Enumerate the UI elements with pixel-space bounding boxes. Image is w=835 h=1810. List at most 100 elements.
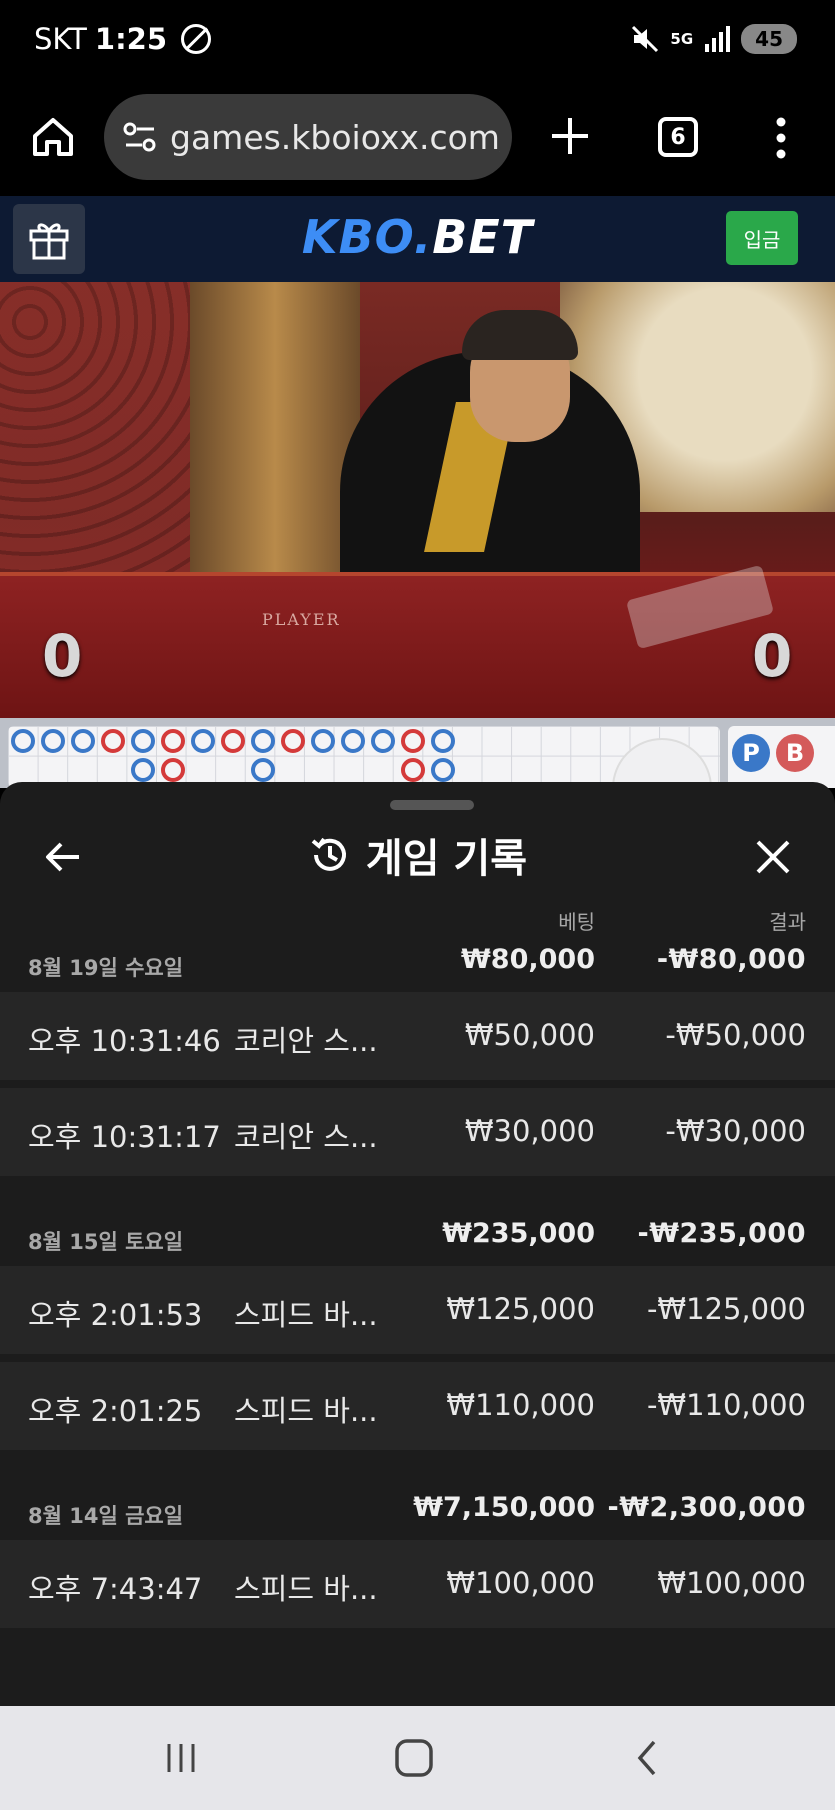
close-button[interactable] bbox=[748, 832, 798, 882]
row-bet: ₩30,000 bbox=[464, 1114, 595, 1148]
system-nav-bar bbox=[0, 1706, 835, 1810]
road-bead bbox=[401, 729, 425, 753]
group-total-bet: ₩7,150,000 bbox=[413, 1492, 595, 1523]
url-text: games.kboioxx.com/ bbox=[170, 117, 500, 157]
live-dealer-video: PLAYER 0 0 bbox=[0, 282, 835, 718]
date-group-header: 8월 19일 수요일 ₩80,000 -₩80,000 bbox=[0, 936, 835, 992]
road-bead bbox=[161, 729, 185, 753]
road-bead bbox=[101, 729, 125, 753]
home-nav-icon bbox=[395, 1739, 433, 1777]
history-row[interactable]: 오후 10:31:46 코리안 스... ₩50,000 -₩50,000 bbox=[0, 992, 835, 1080]
group-total-result: -₩235,000 bbox=[637, 1218, 806, 1249]
back-nav-icon bbox=[637, 1740, 656, 1776]
row-result: -₩110,000 bbox=[646, 1388, 806, 1422]
road-bead bbox=[311, 729, 335, 753]
back-nav-button[interactable] bbox=[608, 1728, 688, 1788]
road-bead bbox=[431, 758, 455, 782]
road-bead bbox=[221, 729, 245, 753]
player-predict-button[interactable]: P bbox=[732, 734, 770, 772]
home-nav-button[interactable] bbox=[374, 1728, 454, 1788]
group-date: 8월 14일 금요일 bbox=[28, 1504, 184, 1528]
banker-predict-button[interactable]: B bbox=[776, 734, 814, 772]
dealer-hair bbox=[462, 310, 578, 360]
address-bar[interactable]: games.kboioxx.com/ bbox=[104, 94, 512, 180]
road-bead bbox=[161, 758, 185, 782]
close-icon bbox=[756, 840, 790, 874]
video-door bbox=[190, 282, 360, 582]
deposit-button[interactable]: 입금 bbox=[726, 211, 798, 265]
menu-button[interactable] bbox=[766, 114, 796, 162]
result-column-header: 결과 bbox=[769, 910, 806, 934]
status-right: 5G 45 bbox=[630, 24, 797, 54]
browser-toolbar: games.kboioxx.com/ 6 bbox=[0, 84, 835, 196]
row-bet: ₩100,000 bbox=[446, 1566, 595, 1600]
signal-icon bbox=[705, 26, 731, 52]
history-row[interactable]: 오후 10:31:17 코리안 스... ₩30,000 -₩30,000 bbox=[0, 1088, 835, 1176]
title-wrap: 게임 기록 bbox=[0, 826, 835, 884]
row-bet: ₩125,000 bbox=[446, 1292, 595, 1326]
row-time: 오후 10:31:46 bbox=[28, 1024, 221, 1058]
new-tab-button[interactable] bbox=[548, 114, 592, 158]
more-icon bbox=[776, 117, 786, 159]
row-result: -₩30,000 bbox=[665, 1114, 806, 1148]
road-bead bbox=[431, 729, 455, 753]
drag-handle[interactable] bbox=[390, 800, 474, 810]
road-bead bbox=[251, 729, 275, 753]
history-row[interactable]: 오후 2:01:53 스피드 바... ₩125,000 -₩125,000 bbox=[0, 1266, 835, 1354]
history-row[interactable]: 오후 7:43:47 스피드 바... ₩100,000 ₩100,000 bbox=[0, 1540, 835, 1628]
home-button[interactable] bbox=[30, 114, 76, 160]
group-total-bet: ₩80,000 bbox=[461, 944, 595, 975]
group-total-bet: ₩235,000 bbox=[442, 1218, 595, 1249]
row-time: 오후 2:01:53 bbox=[28, 1298, 203, 1332]
date-group-header: 8월 15일 토요일 ₩235,000 -₩235,000 bbox=[0, 1210, 835, 1266]
table-player-label: PLAYER bbox=[262, 610, 341, 629]
group-total-result: -₩2,300,000 bbox=[607, 1492, 806, 1523]
site-settings-icon[interactable] bbox=[122, 119, 158, 155]
site-logo[interactable]: KBO.BET bbox=[0, 210, 835, 264]
history-row[interactable]: 오후 2:01:25 스피드 바... ₩110,000 -₩110,000 bbox=[0, 1362, 835, 1450]
road-bead bbox=[371, 729, 395, 753]
date-group-header: 8월 14일 금요일 ₩7,150,000 -₩2,300,000 bbox=[0, 1484, 835, 1540]
row-result: -₩50,000 bbox=[665, 1018, 806, 1052]
road-bead bbox=[131, 758, 155, 782]
tab-switcher-button[interactable]: 6 bbox=[658, 117, 698, 157]
road-bead bbox=[251, 758, 275, 782]
game-history-sheet: 게임 기록 베팅 결과 8월 19일 수요일 ₩80,000 -₩80,000 … bbox=[0, 782, 835, 1706]
group-date: 8월 19일 수요일 bbox=[28, 956, 184, 980]
sheet-title: 게임 기록 bbox=[365, 836, 528, 882]
row-bet: ₩50,000 bbox=[464, 1018, 595, 1052]
bet-column-header: 베팅 bbox=[558, 910, 595, 934]
battery-indicator: 45 bbox=[741, 24, 797, 54]
prediction-panel: P B bbox=[728, 726, 835, 788]
recents-icon bbox=[167, 1744, 195, 1772]
player-score: 0 bbox=[42, 622, 83, 690]
home-icon bbox=[33, 118, 73, 156]
site-header: KBO.BET 입금 bbox=[0, 196, 835, 282]
status-bar: SKT 1:25 5G 45 bbox=[0, 0, 835, 84]
road-bead bbox=[191, 729, 215, 753]
row-game: 코리안 스... bbox=[234, 1024, 378, 1058]
banker-score: 0 bbox=[752, 622, 793, 690]
row-result: ₩100,000 bbox=[657, 1566, 806, 1600]
do-not-disturb-icon bbox=[181, 24, 212, 54]
clock: 1:25 bbox=[94, 22, 168, 56]
row-time: 오후 7:43:47 bbox=[28, 1572, 203, 1606]
row-time: 오후 10:31:17 bbox=[28, 1120, 221, 1154]
column-headers: 베팅 결과 bbox=[0, 906, 835, 936]
road-bead bbox=[341, 729, 365, 753]
carrier-label: SKT bbox=[34, 22, 87, 56]
road-bead bbox=[71, 729, 95, 753]
road-bead bbox=[41, 729, 65, 753]
mute-icon bbox=[632, 25, 659, 53]
road-bead bbox=[131, 729, 155, 753]
sheet-header: 게임 기록 bbox=[0, 818, 835, 898]
row-time: 오후 2:01:25 bbox=[28, 1394, 203, 1428]
logo-kbo: KBO. bbox=[301, 210, 433, 264]
row-game: 스피드 바... bbox=[234, 1298, 378, 1332]
recents-button[interactable] bbox=[141, 1728, 221, 1788]
history-icon bbox=[311, 837, 346, 871]
road-bead bbox=[401, 758, 425, 782]
add-tab-icon bbox=[552, 118, 588, 154]
video-wall bbox=[0, 282, 200, 572]
road-bead bbox=[11, 729, 35, 753]
